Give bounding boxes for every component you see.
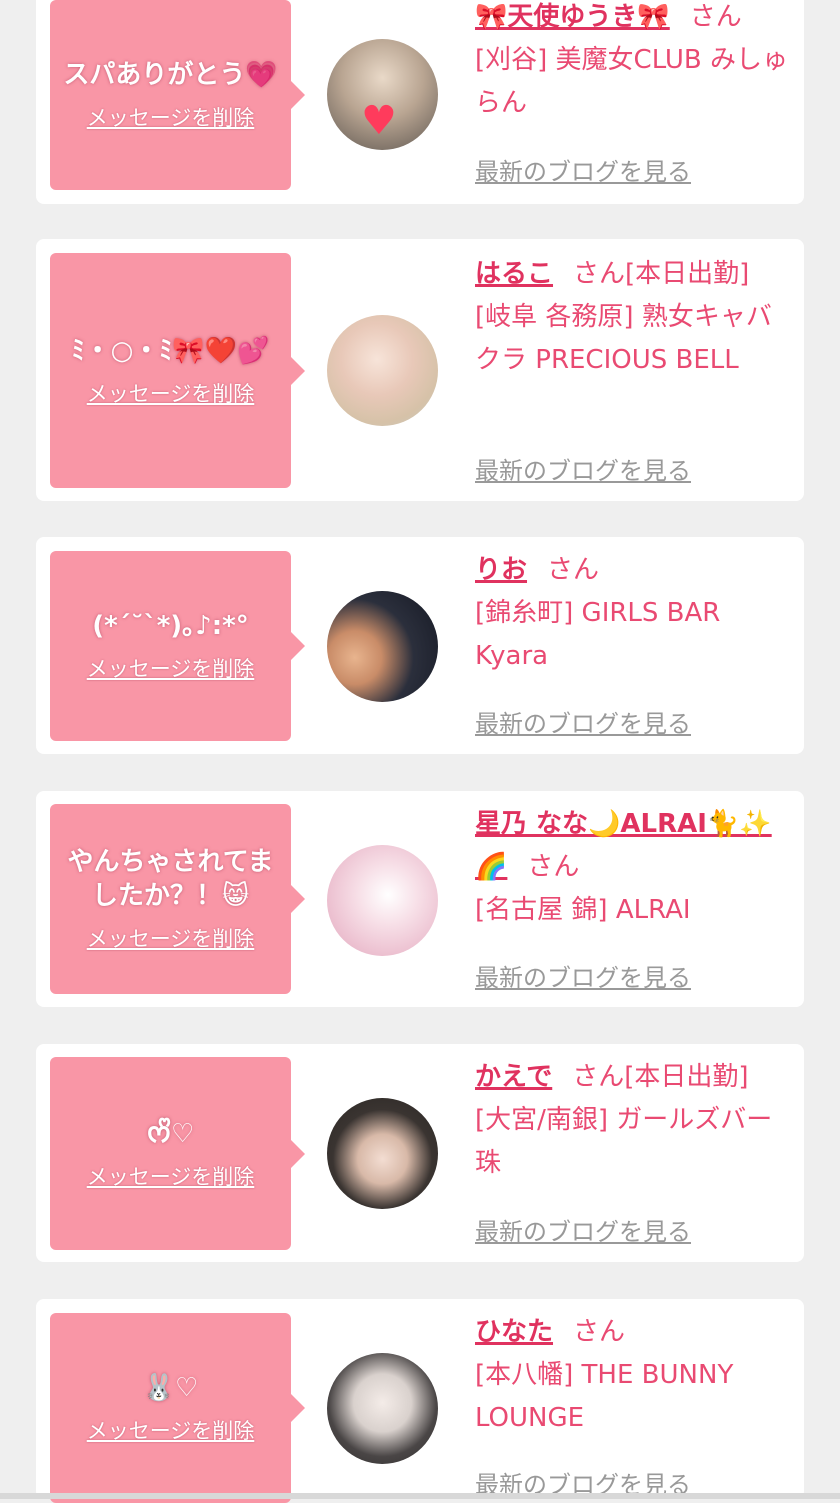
message-text: ᰔᩚ♡ xyxy=(146,1118,195,1149)
on-duty-label: [本日出勤] xyxy=(624,1062,749,1092)
avatar[interactable] xyxy=(327,845,438,956)
avatar[interactable] xyxy=(327,591,438,702)
cast-info: りお さん [錦糸町] GIRLS BAR Kyara xyxy=(475,549,793,678)
cast-info: 🎀天使ゆうき🎀 さん [刈谷] 美魔女CLUB みしゅらん xyxy=(475,0,793,125)
message-bubble: やんちゃされてましたか？！😸 メッセージを削除 xyxy=(50,804,305,994)
message-text: 🐰♡ xyxy=(142,1373,199,1403)
cast-info: はるこ さん[本日出勤] [岐阜 各務原] 熟女キャバクラ PRECIOUS BE… xyxy=(475,253,793,382)
cast-name-link[interactable]: ひなた xyxy=(475,1317,553,1347)
cast-info: ひなた さん [本八幡] THE BUNNY LOUNGE xyxy=(475,1311,793,1440)
on-duty-label: [本日出勤] xyxy=(625,259,750,289)
shop-name: [錦糸町] GIRLS BAR Kyara xyxy=(475,598,721,671)
avatar[interactable]: ♥ xyxy=(327,39,438,150)
honorific: さん xyxy=(689,2,742,32)
shop-name: [大宮/南銀] ガールズバー 珠 xyxy=(475,1105,773,1178)
avatar[interactable] xyxy=(327,1353,438,1464)
message-bubble: (*´˘`*)｡♪:*° メッセージを削除 xyxy=(50,551,305,741)
heart-icon: ♥ xyxy=(361,98,397,144)
bottom-edge xyxy=(0,1493,840,1499)
message-bubble: ᰔᩚ♡ メッセージを削除 xyxy=(50,1057,305,1250)
honorific: さん xyxy=(527,852,580,882)
delete-message-link[interactable]: メッセージを削除 xyxy=(87,102,255,132)
cast-name-link[interactable]: かえで xyxy=(475,1062,552,1092)
message-text: やんちゃされてましたか？！😸 xyxy=(67,847,274,911)
message-text: ﾐ・○・ﾐ🎀❤️💕 xyxy=(71,335,270,366)
list-item: 🐰♡ メッセージを削除 ひなた さん [本八幡] THE BUNNY LOUNGE… xyxy=(36,1299,804,1503)
latest-blog-link[interactable]: 最新のブログを見る xyxy=(475,451,691,486)
list-item: やんちゃされてましたか？！😸 メッセージを削除 星乃 なな🌙ALRAI🐈✨🌈 さん… xyxy=(36,791,804,1007)
cast-name-link[interactable]: はるこ xyxy=(475,259,553,289)
delete-message-link[interactable]: メッセージを削除 xyxy=(87,653,255,683)
cast-name-link[interactable]: 🎀天使ゆうき🎀 xyxy=(475,2,670,32)
message-text: スパありがとう💗 xyxy=(63,60,278,90)
cast-name-link[interactable]: りお xyxy=(475,555,527,585)
delete-message-link[interactable]: メッセージを削除 xyxy=(87,1161,255,1191)
latest-blog-link[interactable]: 最新のブログを見る xyxy=(475,704,691,739)
latest-blog-link[interactable]: 最新のブログを見る xyxy=(475,1212,691,1247)
delete-message-link[interactable]: メッセージを削除 xyxy=(87,1415,255,1445)
message-bubble: スパありがとう💗 メッセージを削除 xyxy=(50,0,305,190)
honorific: さん xyxy=(573,1317,626,1347)
latest-blog-link[interactable]: 最新のブログを見る xyxy=(475,152,691,187)
shop-name: [名古屋 錦] ALRAI xyxy=(475,895,691,925)
cast-info: 星乃 なな🌙ALRAI🐈✨🌈 さん [名古屋 錦] ALRAI xyxy=(475,803,793,932)
message-text: (*´˘`*)｡♪:*° xyxy=(92,611,249,641)
latest-blog-link[interactable]: 最新のブログを見る xyxy=(475,958,691,993)
list-item: ﾐ・○・ﾐ🎀❤️💕 メッセージを削除 はるこ さん[本日出勤] [岐阜 各務原] … xyxy=(36,239,804,501)
cast-name-link[interactable]: 星乃 なな🌙ALRAI🐈✨🌈 xyxy=(475,809,772,882)
favorites-list: スパありがとう💗 メッセージを削除 ♥ 🎀天使ゆうき🎀 さん [刈谷] 美魔女CL… xyxy=(0,0,840,1503)
cast-info: かえで さん[本日出勤] [大宮/南銀] ガールズバー 珠 xyxy=(475,1056,793,1185)
honorific: さん xyxy=(547,555,600,585)
avatar[interactable] xyxy=(327,315,438,426)
honorific: さん xyxy=(573,259,626,289)
avatar[interactable] xyxy=(327,1098,438,1209)
shop-name: [刈谷] 美魔女CLUB みしゅらん xyxy=(475,45,789,118)
list-item: (*´˘`*)｡♪:*° メッセージを削除 りお さん [錦糸町] GIRLS B… xyxy=(36,537,804,754)
honorific: さん xyxy=(572,1062,625,1092)
delete-message-link[interactable]: メッセージを削除 xyxy=(87,378,255,408)
list-item: スパありがとう💗 メッセージを削除 ♥ 🎀天使ゆうき🎀 さん [刈谷] 美魔女CL… xyxy=(36,0,804,204)
list-item: ᰔᩚ♡ メッセージを削除 かえで さん[本日出勤] [大宮/南銀] ガールズバー … xyxy=(36,1044,804,1262)
shop-name: [本八幡] THE BUNNY LOUNGE xyxy=(475,1360,734,1433)
message-bubble: ﾐ・○・ﾐ🎀❤️💕 メッセージを削除 xyxy=(50,253,305,488)
delete-message-link[interactable]: メッセージを削除 xyxy=(87,923,255,953)
shop-name: [岐阜 各務原] 熟女キャバクラ PRECIOUS BELL xyxy=(475,302,772,375)
message-bubble: 🐰♡ メッセージを削除 xyxy=(50,1313,305,1503)
